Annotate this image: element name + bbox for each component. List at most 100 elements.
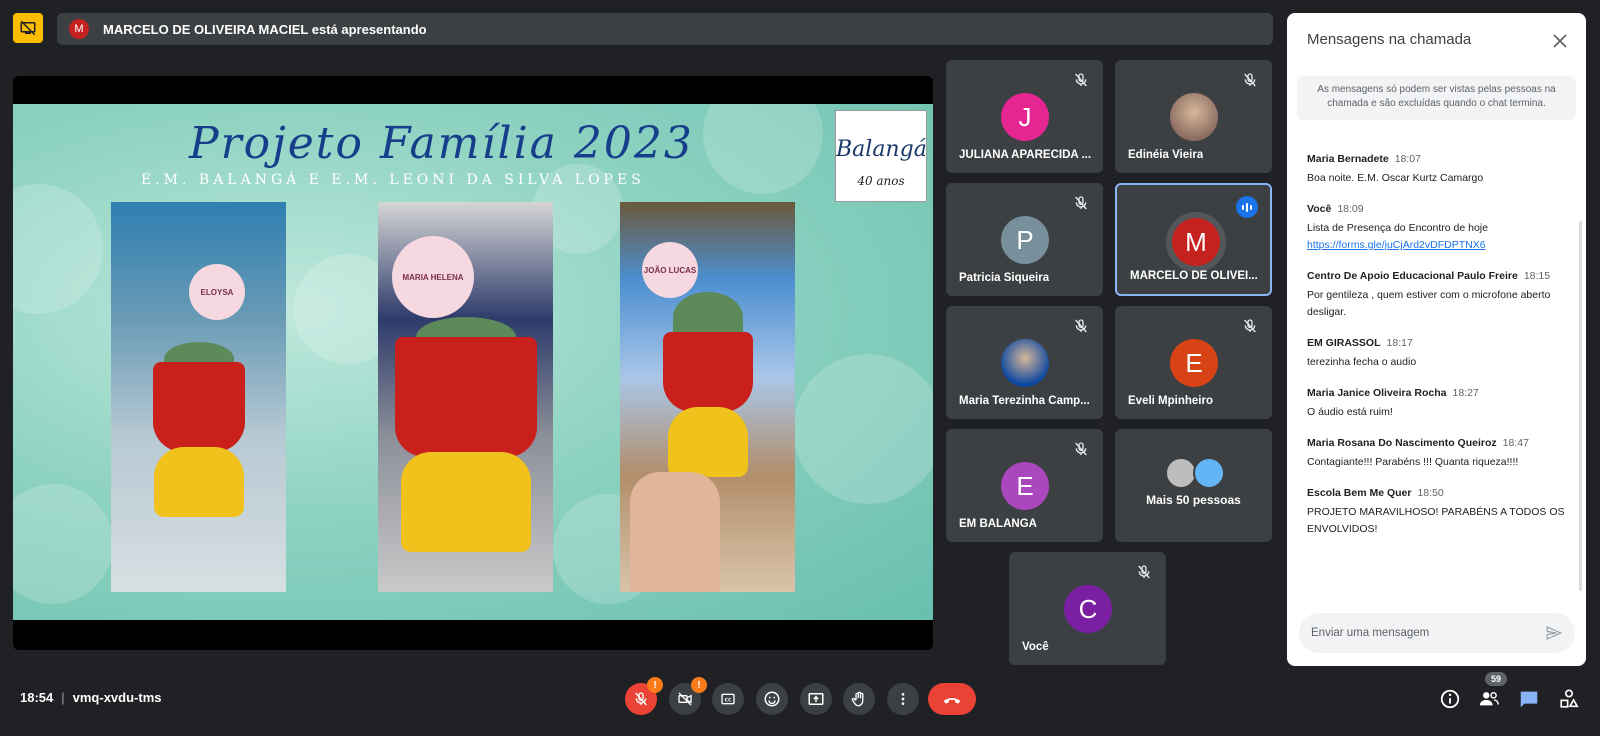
avatar: P	[1001, 216, 1049, 264]
participant-tile[interactable]: Edinéia Vieira	[1115, 60, 1272, 173]
present-button[interactable]	[800, 683, 832, 715]
chat-button[interactable]	[1516, 686, 1542, 712]
message-input[interactable]	[1311, 627, 1545, 639]
clock-time: 18:54	[20, 690, 54, 705]
chat-message: Centro De Apoio Educacional Paulo Freire…	[1307, 270, 1569, 321]
participant-name: JULIANA APARECIDA ...	[959, 149, 1092, 161]
participant-name: Eveli Mpinheiro	[1128, 395, 1213, 407]
mic-off-icon	[635, 692, 647, 706]
message-sender: Maria Janice Oliveira Rocha	[1307, 387, 1447, 399]
svg-text:CC: CC	[725, 697, 732, 703]
chat-message: Maria Rosana Do Nascimento Queiroz 18:47 C…	[1307, 437, 1569, 471]
presenting-banner: M MARCELO DE OLIVEIRA MACIEL está aprese…	[57, 13, 1273, 45]
send-icon[interactable]	[1545, 624, 1563, 642]
mic-button[interactable]: !	[625, 677, 663, 715]
school-logo: Balangá 40 anos	[835, 110, 927, 202]
meeting-info: 18:54 | vmq-xvdu-tms	[20, 690, 162, 705]
chat-message: Escola Bem Me Quer 18:50 PROJETO MARAVILHO…	[1307, 487, 1569, 538]
participant-tile[interactable]: E Eveli Mpinheiro	[1115, 306, 1272, 419]
close-icon[interactable]	[1548, 29, 1572, 53]
more-participants-label: Mais 50 pessoas	[1146, 493, 1241, 507]
participant-tile[interactable]: Maria Terezinha Camp...	[946, 306, 1103, 419]
chat-notice: As mensagens só podem ser vistas pelas p…	[1297, 76, 1576, 120]
photo-name-tag: ELOYSA	[189, 264, 245, 320]
meeting-details-button[interactable]	[1437, 686, 1463, 712]
present-icon	[808, 693, 824, 705]
photo-name-tag: JOÃO LUCAS	[642, 242, 698, 298]
speaking-icon	[1236, 196, 1258, 218]
avatar: E	[1001, 462, 1049, 510]
mic-off-icon	[1242, 318, 1258, 334]
message-header: EM GIRASSOL 18:17	[1307, 337, 1569, 349]
chat-scrollbar[interactable]	[1579, 221, 1582, 591]
message-time: 18:09	[1337, 203, 1364, 215]
participant-tile[interactable]: C Você	[1009, 552, 1166, 665]
participant-name: Patricia Siqueira	[959, 272, 1050, 284]
presentation-icon[interactable]	[13, 13, 43, 43]
mic-warning-badge: !	[647, 677, 663, 693]
people-icon	[1479, 692, 1499, 706]
message-sender: Centro De Apoio Educacional Paulo Freire	[1307, 270, 1518, 282]
emoji-button[interactable]	[756, 683, 788, 715]
chat-message: Maria Bernadete 18:07 Boa noite. E.M. Osca…	[1307, 153, 1569, 187]
participant-tile[interactable]: E EM BALANGA	[946, 429, 1103, 542]
participant-name: EM BALANGA	[959, 518, 1037, 530]
hangup-icon	[943, 698, 961, 704]
avatar: J	[1001, 93, 1049, 141]
more-participants-tile[interactable]: Mais 50 pessoas	[1115, 429, 1272, 542]
message-text: terezinha fecha o audio	[1307, 356, 1417, 368]
mic-off-icon	[1073, 441, 1089, 457]
chat-message: EM GIRASSOL 18:17 terezinha fecha o audio	[1307, 337, 1569, 371]
message-sender: Escola Bem Me Quer	[1307, 487, 1412, 499]
leave-call-button[interactable]	[928, 683, 976, 715]
participant-tile[interactable]: M MARCELO DE OLIVEI...	[1115, 183, 1272, 296]
people-button[interactable]	[1476, 686, 1502, 712]
participant-name: Você	[1022, 641, 1049, 653]
participant-name: Maria Terezinha Camp...	[959, 395, 1090, 407]
participant-tile[interactable]: J JULIANA APARECIDA ...	[946, 60, 1103, 173]
slide-subtitle: E.M. BALANGÁ E E.M. LEONI DA SILVA LOPES	[141, 172, 645, 188]
mic-off-icon	[1073, 318, 1089, 334]
message-time: 18:17	[1386, 337, 1413, 349]
message-header: Centro De Apoio Educacional Paulo Freire…	[1307, 270, 1569, 282]
meet-window: M MARCELO DE OLIVEIRA MACIEL está aprese…	[0, 0, 1600, 736]
logo-name: Balangá	[836, 137, 927, 162]
hand-icon	[851, 691, 864, 707]
info-icon	[1440, 689, 1460, 709]
camera-warning-badge: !	[691, 677, 707, 693]
more-options-button[interactable]	[887, 683, 919, 715]
logo-years: 40 anos	[857, 174, 905, 188]
more-vert-icon	[901, 693, 905, 705]
message-sender: Maria Bernadete	[1307, 153, 1389, 165]
avatar: E	[1170, 339, 1218, 387]
mic-off-icon	[1073, 72, 1089, 88]
message-text: Por gentileza , quem estiver com o micro…	[1307, 289, 1551, 301]
participant-name: MARCELO DE OLIVEI...	[1130, 270, 1258, 282]
camera-button[interactable]: !	[669, 677, 707, 715]
message-time: 18:15	[1523, 270, 1551, 282]
message-input-box[interactable]	[1299, 613, 1575, 653]
raise-hand-button[interactable]	[843, 683, 875, 715]
participant-tile[interactable]: P Patricia Siqueira	[946, 183, 1103, 296]
message-header: Escola Bem Me Quer 18:50	[1307, 487, 1569, 499]
message-header: Maria Bernadete 18:07	[1307, 153, 1569, 165]
message-text: Lista de Presença do Encontro de hoje	[1307, 222, 1488, 234]
captions-button[interactable]: CC	[712, 683, 744, 715]
message-header: Maria Janice Oliveira Rocha 18:27	[1307, 387, 1569, 399]
message-sender: EM GIRASSOL	[1307, 337, 1381, 349]
chat-title: Mensagens na chamada	[1307, 31, 1472, 48]
slide-photo-3: JOÃO LUCAS	[620, 202, 795, 592]
meeting-code: vmq-xvdu-tms	[72, 690, 162, 705]
message-link[interactable]: https://forms.gle/juCjArd2vDFDPTNX6	[1307, 237, 1569, 254]
message-text: ENVOLVIDOS!	[1307, 523, 1378, 535]
message-header: Maria Rosana Do Nascimento Queiroz 18:47	[1307, 437, 1569, 449]
emoji-icon	[764, 691, 780, 707]
avatar	[1193, 457, 1225, 489]
people-count-badge: 59	[1485, 672, 1507, 686]
activities-button[interactable]	[1556, 686, 1582, 712]
captions-icon: CC	[721, 693, 735, 705]
presenting-text: MARCELO DE OLIVEIRA MACIEL está apresent…	[103, 21, 427, 37]
slide-title: Projeto Família 2023	[189, 118, 694, 169]
chat-message: Você 18:09 Lista de Presença do Encontro d…	[1307, 203, 1569, 254]
chat-icon	[1520, 691, 1538, 708]
